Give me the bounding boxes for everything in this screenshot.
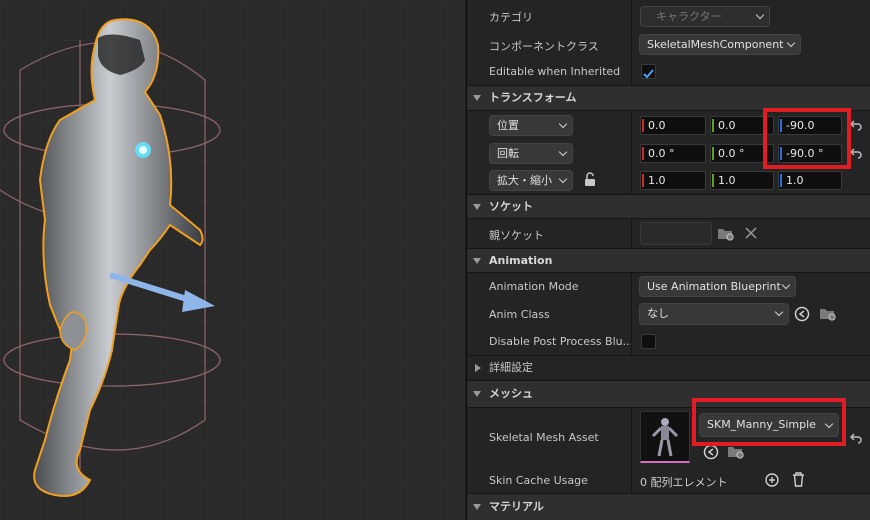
component-class-label: コンポーネントクラス [489, 40, 599, 53]
scale-x-field[interactable]: 1.0 [640, 171, 706, 190]
mannequin-thumbnail-icon [651, 418, 679, 457]
reset-arrow-icon[interactable] [850, 432, 862, 444]
animation-mode-label: Animation Mode [489, 280, 579, 293]
details-panel: カテゴリ キャラクター コンポーネントクラス SkeletalMeshCompo… [466, 0, 870, 520]
animation-section-header[interactable]: Animation [467, 249, 870, 273]
location-x-field[interactable]: 0.0 [640, 116, 706, 135]
animation-mode-row: Animation Mode Use Animation Blueprint [467, 273, 870, 301]
disable-post-process-row: Disable Post Process Blu... [467, 328, 870, 356]
socket-section-header[interactable]: ソケット [467, 195, 870, 219]
browse-folder-icon[interactable] [717, 226, 735, 242]
trash-icon[interactable] [792, 472, 805, 487]
rotation-dropdown[interactable]: 回転 [489, 143, 573, 164]
reset-arrow-icon[interactable] [850, 147, 862, 159]
parent-socket-label: 親ソケット [489, 229, 544, 242]
collapsed-triangle-icon [475, 364, 481, 372]
viewport[interactable] [0, 0, 465, 520]
skin-cache-label: Skin Cache Usage [489, 474, 588, 487]
expand-triangle-icon [473, 391, 481, 397]
asset-thumbnail[interactable] [640, 411, 690, 463]
anim-class-row: Anim Class なし [467, 300, 870, 329]
component-class-dropdown[interactable]: SkeletalMeshComponent [639, 34, 801, 55]
anim-class-dropdown[interactable]: なし [639, 303, 789, 325]
use-selected-icon[interactable] [703, 444, 719, 460]
location-dropdown[interactable]: 位置 [489, 115, 573, 136]
highlight-z-values [763, 108, 851, 169]
rotation-x-field[interactable]: 0.0 ° [640, 144, 706, 163]
anim-class-label: Anim Class [489, 308, 550, 321]
category-dropdown[interactable]: キャラクター [640, 6, 770, 27]
disable-post-process-checkbox[interactable] [641, 334, 656, 349]
skin-cache-row: Skin Cache Usage 0 配列エレメント [467, 466, 870, 494]
scale-y-field[interactable]: 1.0 [710, 171, 774, 190]
editable-row: Editable when Inherited [467, 58, 870, 86]
scale-dropdown[interactable]: 拡大・縮小 [489, 170, 573, 191]
animation-mode-dropdown[interactable]: Use Animation Blueprint [639, 276, 796, 297]
clear-x-icon[interactable] [745, 227, 757, 239]
add-element-icon[interactable] [765, 473, 779, 487]
skeletal-mesh-asset-label: Skeletal Mesh Asset [489, 431, 599, 444]
disable-post-process-label: Disable Post Process Blu... [489, 335, 634, 348]
category-label: カテゴリ [489, 11, 533, 24]
parent-socket-row: 親ソケット [467, 219, 870, 249]
reset-arrow-icon[interactable] [850, 119, 862, 131]
checkmark-icon [643, 69, 654, 79]
expand-triangle-icon [473, 95, 481, 101]
scale-z-field[interactable]: 1.0 [778, 171, 842, 190]
parent-socket-field[interactable] [640, 222, 712, 245]
character-viewport-render [0, 0, 465, 520]
browse-folder-icon[interactable] [727, 444, 745, 460]
editable-checkbox[interactable] [641, 64, 656, 79]
unlock-icon[interactable] [583, 172, 597, 187]
highlight-mesh-asset [692, 398, 846, 446]
component-class-row: コンポーネントクラス SkeletalMeshComponent [467, 31, 870, 59]
browse-folder-icon[interactable] [819, 306, 837, 322]
expand-triangle-icon [473, 258, 481, 264]
advanced-section-header[interactable]: 詳細設定 [467, 356, 870, 381]
skin-cache-value: 0 配列エレメント [640, 476, 728, 489]
scale-row: 拡大・縮小 1.0 1.0 1.0 [467, 167, 870, 195]
category-row: カテゴリ キャラクター [467, 0, 870, 32]
expand-triangle-icon [473, 204, 481, 210]
editable-label: Editable when Inherited [489, 65, 621, 78]
material-section-header[interactable]: マテリアル [467, 494, 870, 520]
expand-triangle-icon [473, 504, 481, 510]
use-selected-icon[interactable] [794, 306, 810, 322]
